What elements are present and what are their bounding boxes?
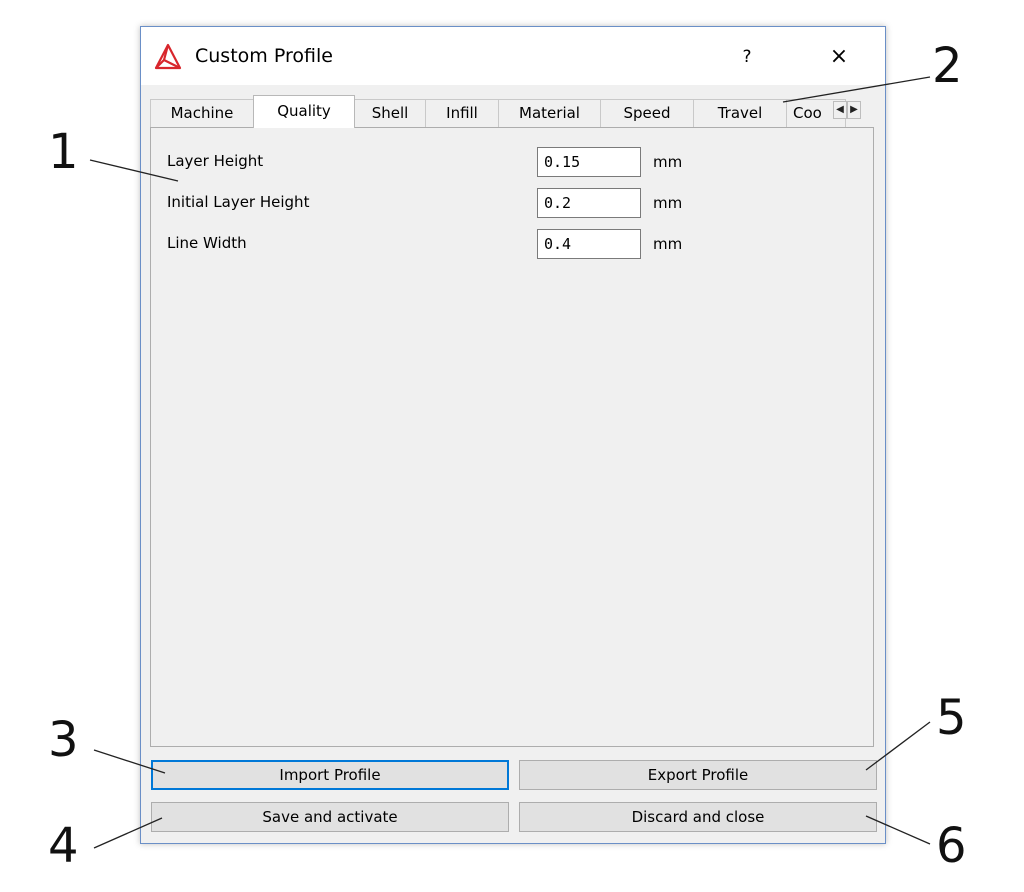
save-and-activate-button[interactable]: Save and activate: [151, 802, 509, 832]
layer-height-input[interactable]: [537, 147, 641, 177]
tab-speed[interactable]: Speed: [600, 99, 694, 127]
screenshot-stage: Custom Profile ? × Machine Quality Shell…: [0, 0, 1024, 892]
discard-and-close-button[interactable]: Discard and close: [519, 802, 877, 832]
callout-number-3: 3: [48, 712, 79, 768]
window-title: Custom Profile: [195, 45, 333, 67]
unit-label: mm: [653, 153, 683, 171]
tab-material[interactable]: Material: [498, 99, 601, 127]
app-logo-icon: [154, 43, 182, 70]
tab-scroll-right-button[interactable]: ▶: [847, 101, 861, 119]
setting-label: Initial Layer Height: [167, 193, 310, 211]
title-bar[interactable]: Custom Profile ? ×: [141, 27, 885, 85]
setting-label: Line Width: [167, 234, 247, 252]
tab-infill[interactable]: Infill: [425, 99, 499, 127]
tab-scroll-left-button[interactable]: ◀: [833, 101, 847, 119]
callout-number-1: 1: [48, 124, 79, 180]
unit-label: mm: [653, 235, 683, 253]
tab-quality[interactable]: Quality: [253, 95, 355, 128]
import-profile-button[interactable]: Import Profile: [151, 760, 509, 790]
setting-row-initial-layer-height: Initial Layer Height mm: [167, 188, 857, 218]
custom-profile-dialog: Custom Profile ? × Machine Quality Shell…: [140, 26, 886, 844]
line-width-input[interactable]: [537, 229, 641, 259]
callout-number-5: 5: [936, 690, 967, 746]
tab-shell[interactable]: Shell: [354, 99, 426, 127]
callout-number-4: 4: [48, 818, 79, 874]
setting-row-layer-height: Layer Height mm: [167, 147, 857, 177]
callout-number-2: 2: [932, 38, 963, 94]
setting-label: Layer Height: [167, 152, 264, 170]
tab-travel[interactable]: Travel: [693, 99, 787, 127]
callout-number-6: 6: [936, 818, 967, 874]
help-button[interactable]: ?: [733, 43, 761, 71]
tab-bar: Machine Quality Shell Infill Material Sp…: [150, 95, 876, 128]
quality-settings-panel: Layer Height mm Initial Layer Height mm …: [150, 127, 874, 747]
close-button[interactable]: ×: [823, 41, 855, 73]
tab-machine[interactable]: Machine: [150, 99, 254, 127]
setting-row-line-width: Line Width mm: [167, 229, 857, 259]
initial-layer-height-input[interactable]: [537, 188, 641, 218]
unit-label: mm: [653, 194, 683, 212]
export-profile-button[interactable]: Export Profile: [519, 760, 877, 790]
